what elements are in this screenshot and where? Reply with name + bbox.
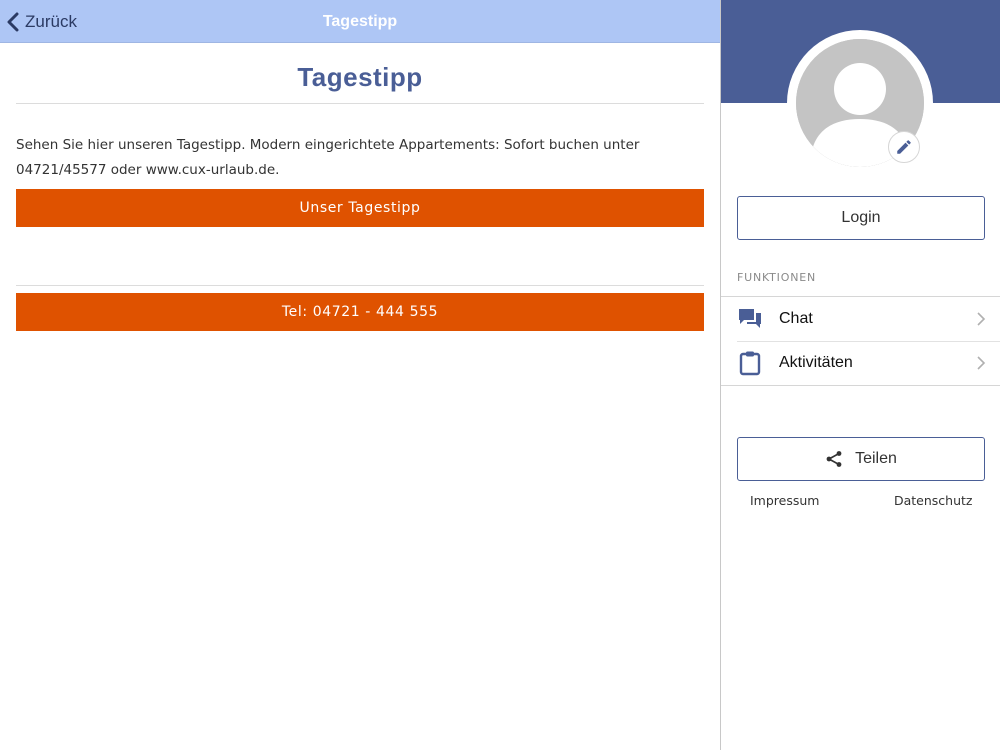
- page-title: Tagestipp: [297, 62, 423, 92]
- list-divider: [721, 385, 1000, 386]
- datenschutz-link[interactable]: Datenschutz: [894, 493, 973, 508]
- sidebar-item-label: Chat: [779, 310, 813, 327]
- share-icon: [826, 451, 842, 467]
- body-text: Sehen Sie hier unseren Tagestipp. Modern…: [16, 137, 640, 178]
- sidebar-item-chat[interactable]: Chat: [721, 297, 1000, 341]
- main-pane: Zurück Tagestipp Tagestipp Sehen Sie hie…: [0, 0, 720, 750]
- share-button[interactable]: Teilen: [737, 437, 985, 481]
- login-button[interactable]: Login: [737, 196, 985, 240]
- chevron-right-icon: [977, 312, 986, 326]
- share-label: Teilen: [855, 450, 897, 467]
- clipboard-icon: [737, 350, 763, 376]
- phone-button[interactable]: Tel: 04721 - 444 555: [16, 293, 704, 331]
- chat-icon: [737, 306, 763, 332]
- section-label: FUNKTIONEN: [737, 271, 816, 284]
- impressum-link[interactable]: Impressum: [750, 493, 819, 508]
- content-divider: [16, 285, 704, 286]
- sidebar-item-label: Aktivitäten: [779, 354, 853, 371]
- edit-avatar-button[interactable]: [888, 131, 920, 163]
- nav-title: Tagestipp: [322, 13, 398, 30]
- pencil-icon: [897, 140, 911, 154]
- title-divider: [16, 103, 704, 104]
- navbar: Zurück Tagestipp: [0, 0, 720, 43]
- sidebar-item-aktivitaeten[interactable]: Aktivitäten: [721, 341, 1000, 385]
- sidebar: Login FUNKTIONEN Chat Aktivitäten Teilen…: [721, 0, 1000, 750]
- tagestipp-button[interactable]: Unser Tagestipp: [16, 189, 704, 227]
- chevron-right-icon: [977, 356, 986, 370]
